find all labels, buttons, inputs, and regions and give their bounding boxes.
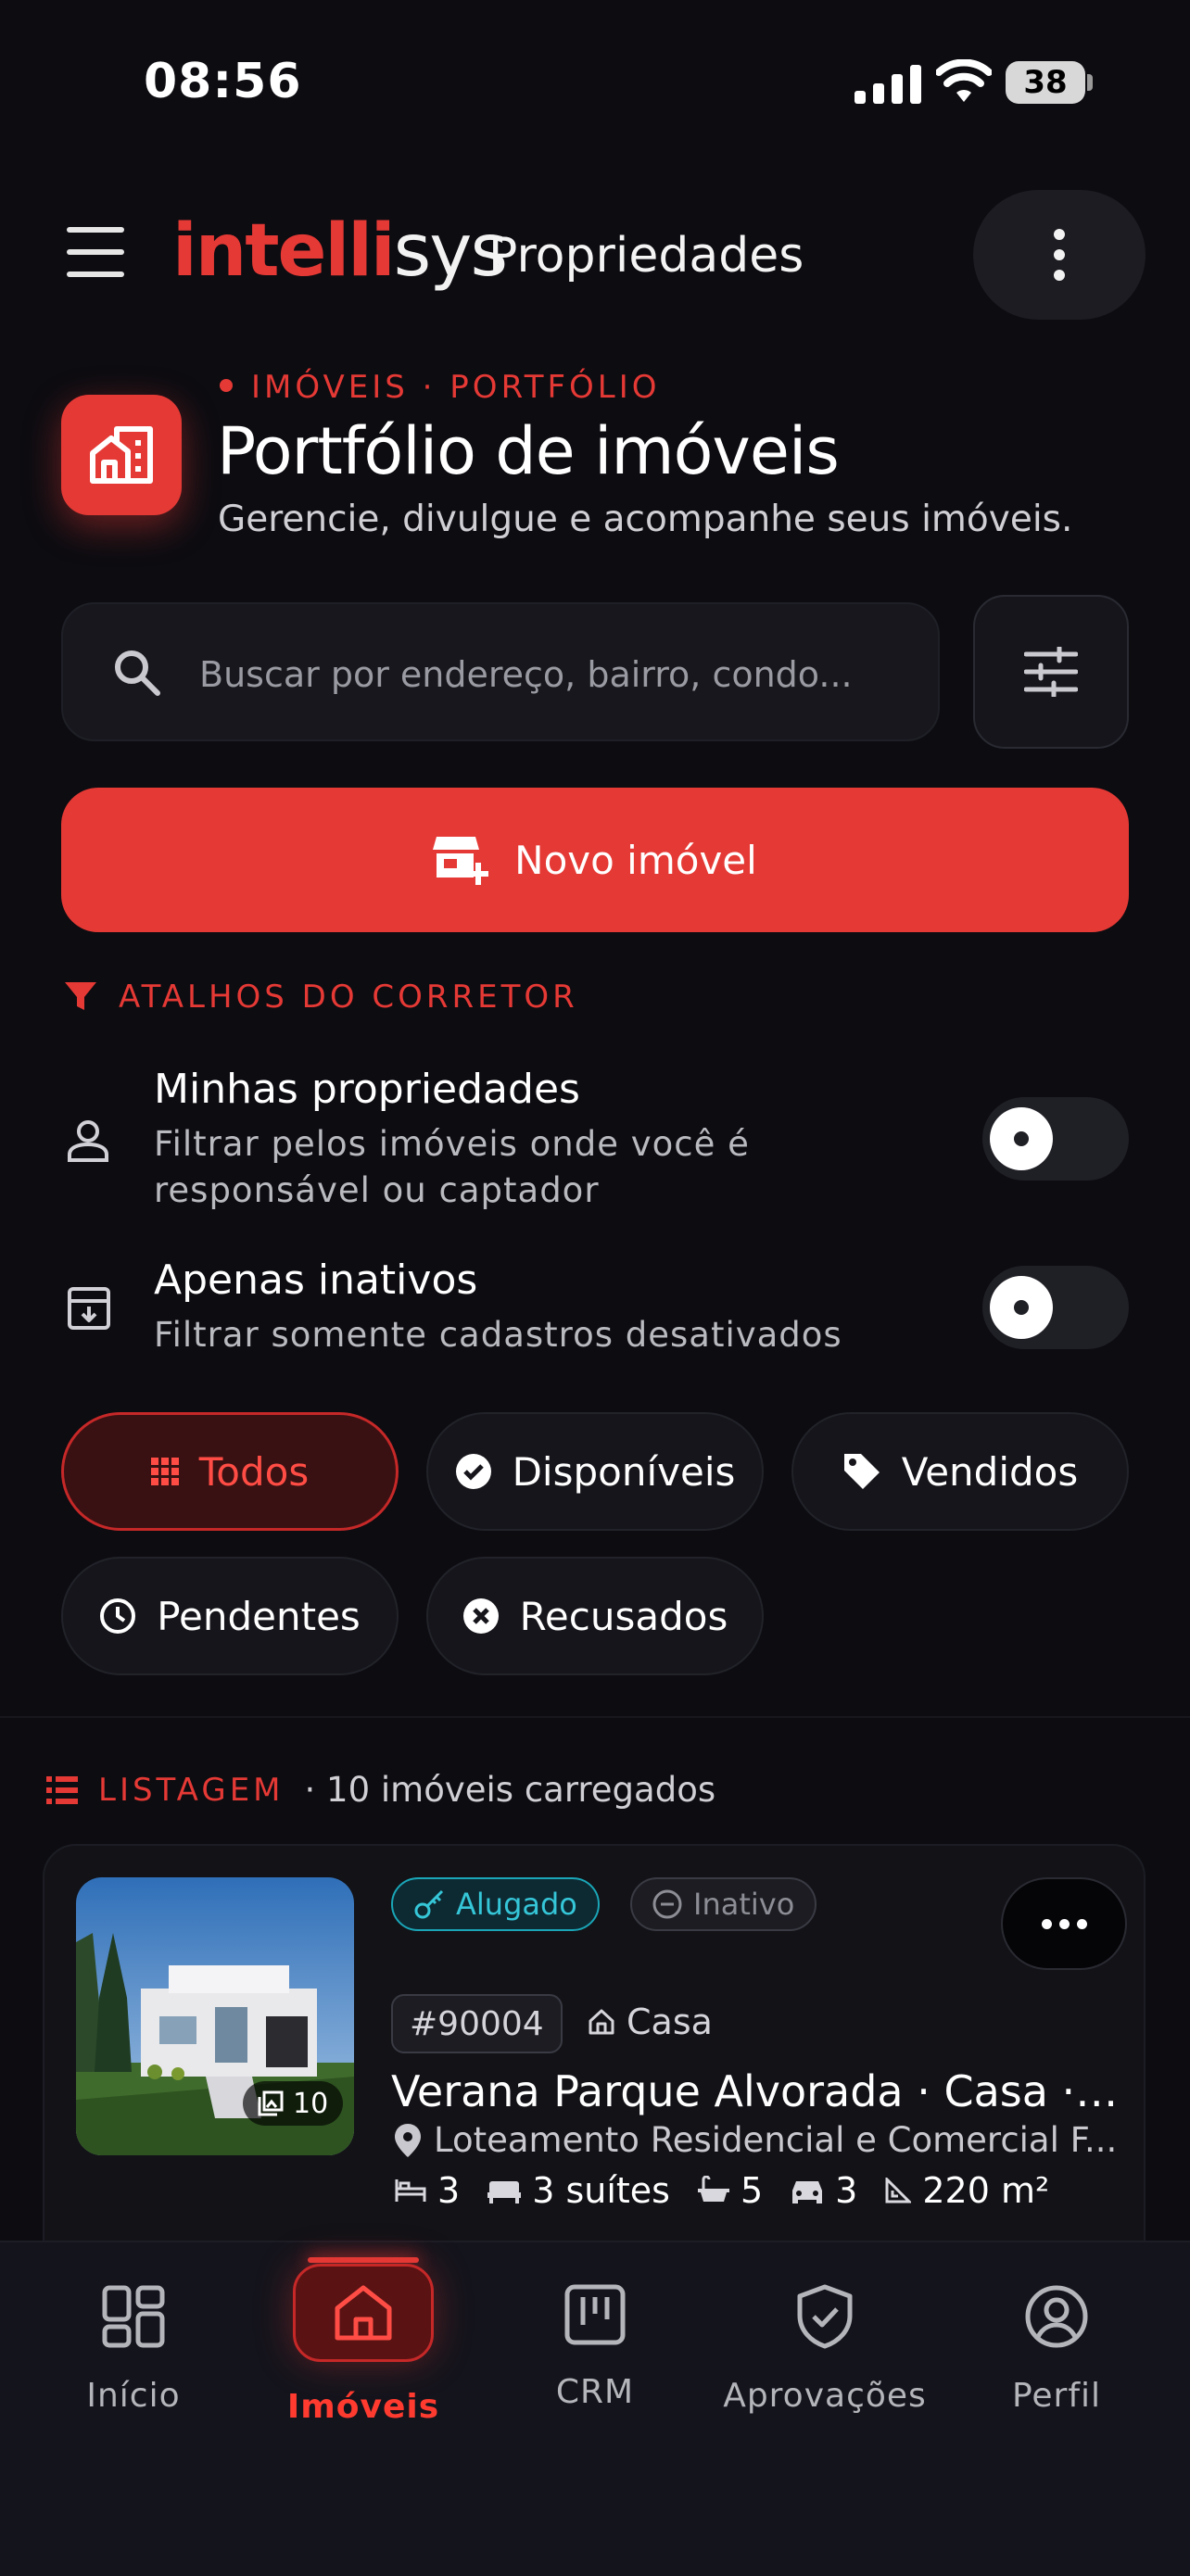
status-badge-inactive: Inativo [630, 1877, 817, 1931]
x-circle-icon [462, 1598, 499, 1634]
kanban-icon [564, 2284, 626, 2345]
nav-item-crm[interactable]: CRM [493, 2284, 697, 2411]
menu-button[interactable] [67, 227, 124, 277]
images-icon [258, 2090, 284, 2116]
shortcuts-section-label: ATALHOS DO CORRETOR [65, 979, 578, 1016]
car-icon [792, 2181, 823, 2203]
app-title: Propriedades [488, 228, 804, 284]
battery-indicator: 38 [1006, 61, 1085, 104]
filter-chip-todos[interactable]: Todos [61, 1412, 399, 1531]
bathtub-icon [697, 2176, 729, 2202]
photo-count-badge: 10 [243, 2081, 344, 2126]
property-address: Loteamento Residencial e Comercial F... [395, 2120, 1127, 2160]
page-title: Portfólio de imóveis [217, 413, 840, 489]
property-card[interactable]: 10 Alugado Inativo #90004 Casa Verana Pa… [43, 1844, 1146, 2289]
minus-circle-icon [652, 1889, 682, 1919]
clock-icon [100, 1598, 136, 1634]
archive-icon [68, 1287, 110, 1330]
more-vertical-icon [1054, 229, 1065, 240]
listing-section-label: LISTAGEM · 10 imóveis carregados [46, 1770, 715, 1810]
nav-item-aprovacoes[interactable]: Aprovações [723, 2284, 927, 2415]
search-icon [115, 650, 160, 696]
home-icon [335, 2285, 392, 2341]
more-horizontal-icon [1041, 1918, 1052, 1929]
funnel-icon [65, 982, 96, 1010]
tag-icon [843, 1454, 880, 1489]
person-icon [68, 1120, 108, 1162]
shortcut-title: Apenas inativos [154, 1256, 478, 1304]
nav-item-perfil[interactable]: Perfil [955, 2284, 1158, 2415]
bed-icon [395, 2179, 426, 2202]
list-icon [46, 1775, 78, 1804]
feature-bathrooms: 5 [697, 2170, 763, 2211]
shortcut-title: Minhas propriedades [154, 1066, 580, 1113]
filter-chip-disponiveis[interactable]: Disponíveis [426, 1412, 764, 1531]
wifi-icon [936, 59, 992, 102]
check-circle-icon [455, 1454, 491, 1489]
location-pin-icon [395, 2123, 421, 2157]
nav-item-inicio[interactable]: Início [32, 2284, 235, 2415]
nav-item-imoveis[interactable]: Imóveis [261, 2264, 465, 2426]
key-icon [414, 1889, 444, 1919]
new-property-label: Novo imóvel [514, 837, 757, 883]
shortcut-desc: Filtrar pelos imóveis onde você é respons… [154, 1124, 750, 1210]
filter-chip-pendentes[interactable]: Pendentes [61, 1557, 399, 1675]
new-property-button[interactable]: Novo imóvel [61, 788, 1129, 932]
cellular-signal-icon [855, 65, 921, 104]
page-subtitle: Gerencie, divulgue e acompanhe seus imóv… [218, 499, 1073, 540]
advanced-filter-button[interactable] [973, 595, 1129, 749]
feature-suites: 3 suítes [487, 2170, 670, 2211]
search-input[interactable] [197, 641, 924, 708]
feature-parking: 3 [791, 2170, 857, 2211]
filter-chip-vendidos[interactable]: Vendidos [791, 1412, 1129, 1531]
app-logo: intellisys [172, 209, 508, 293]
section-divider [0, 1716, 1190, 1718]
property-features: 3 3 suítes 5 3 220 m² [395, 2170, 1066, 2211]
status-badge-rented: Alugado [391, 1877, 600, 1931]
ruler-triangle-icon [885, 2178, 912, 2203]
sliders-icon [1024, 647, 1078, 697]
add-store-icon [433, 837, 489, 885]
feature-area: 220 m² [885, 2170, 1049, 2211]
filter-chip-recusados[interactable]: Recusados [426, 1557, 764, 1675]
feature-bedrooms: 3 [395, 2170, 460, 2211]
dashboard-icon [102, 2285, 165, 2348]
grid-icon [150, 1458, 179, 1485]
status-time: 08:56 [144, 54, 302, 109]
card-more-button[interactable] [1001, 1877, 1127, 1970]
bed-double-icon [487, 2181, 522, 2203]
more-options-button[interactable] [973, 190, 1146, 320]
building-icon [61, 395, 182, 515]
property-title: Verana Parque Alvorada · Casa · Pi... [391, 2066, 1123, 2116]
page-eyebrow: IMÓVEIS · PORTFÓLIO [220, 369, 661, 406]
shortcut-desc: Filtrar somente cadastros desativados [154, 1315, 842, 1355]
my-properties-toggle[interactable] [982, 1097, 1129, 1181]
property-type: Casa [588, 2001, 713, 2042]
hamburger-icon [67, 227, 124, 233]
house-icon [589, 2009, 614, 2035]
property-code: #90004 [391, 1994, 563, 2053]
battery-cap [1087, 74, 1093, 91]
user-circle-icon [1025, 2285, 1088, 2348]
active-tab-indicator [308, 2257, 419, 2263]
search-bar[interactable] [61, 602, 940, 741]
inactive-only-toggle[interactable] [982, 1266, 1129, 1349]
listing-count: · 10 imóveis carregados [304, 1770, 716, 1810]
shield-check-icon [797, 2284, 853, 2349]
